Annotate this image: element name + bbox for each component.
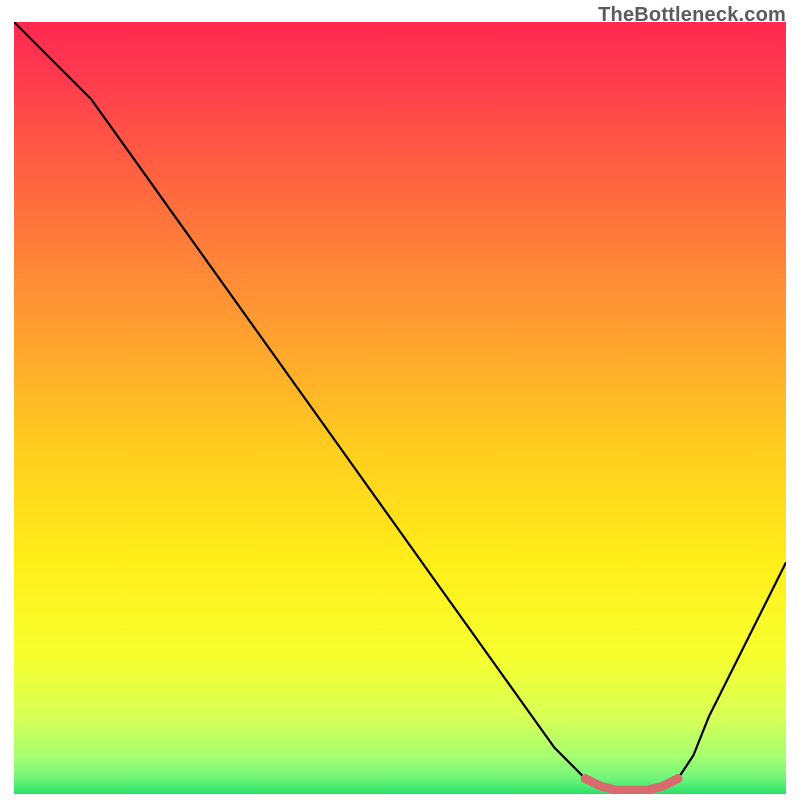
watermark-text: TheBottleneck.com (598, 4, 786, 27)
optimal-dot (673, 774, 682, 783)
bottleneck-chart: TheBottleneck.com (0, 0, 800, 800)
gradient-background (14, 22, 786, 794)
plot-svg (0, 0, 800, 800)
